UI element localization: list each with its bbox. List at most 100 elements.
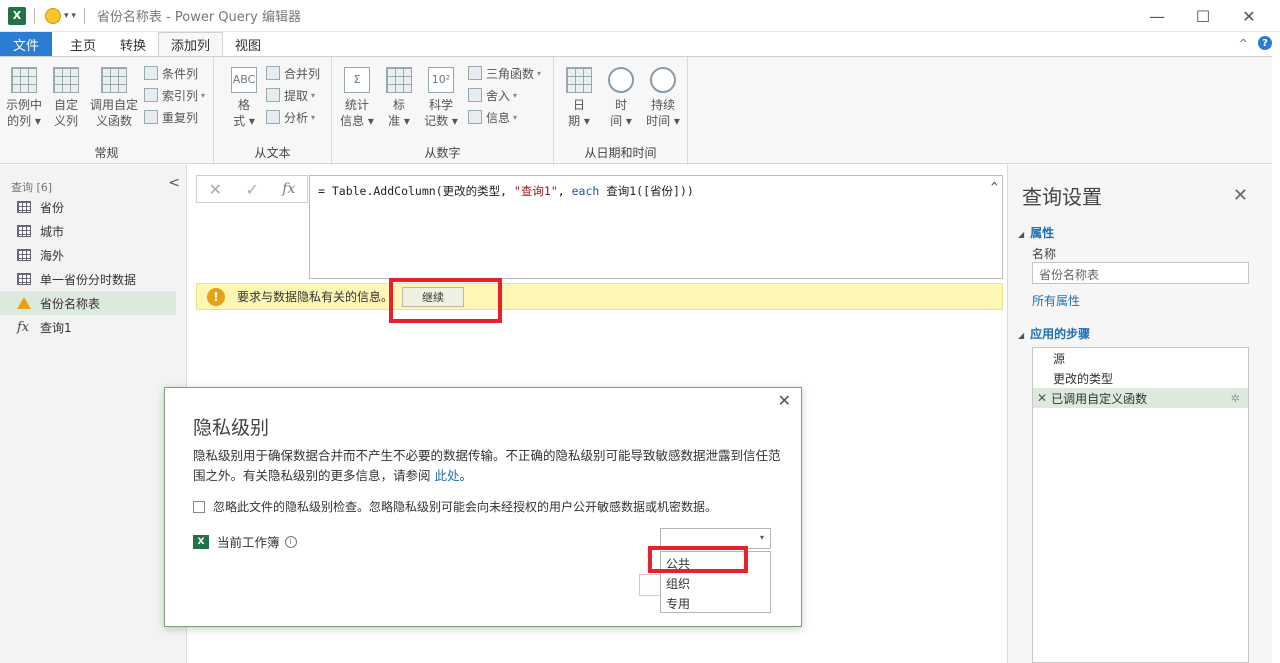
- custom-column-icon: [53, 67, 79, 93]
- date-button[interactable]: 日 期 ▾: [562, 67, 596, 129]
- scientific-button[interactable]: 10² 科学 记数 ▾: [422, 67, 460, 129]
- duplicate-column-icon: [144, 110, 158, 124]
- tab-view[interactable]: 视图: [223, 32, 273, 56]
- highlight-box: [648, 546, 748, 573]
- duplicate-column-button[interactable]: 重复列: [144, 107, 198, 127]
- table-icon: [17, 249, 31, 261]
- tab-add-column[interactable]: 添加列: [158, 32, 224, 56]
- excel-icon: X: [193, 534, 209, 549]
- statistics-button[interactable]: Σ 统计 信息 ▾: [338, 67, 376, 129]
- data-source-row: X 当前工作簿 i: [193, 532, 297, 551]
- title-bar: X ▾ ▾ 省份名称表 - Power Query 编辑器 — ☐ ✕: [0, 0, 1280, 32]
- menu-bar: 文件 主页 转换 添加列 视图 ^ ?: [0, 32, 1280, 56]
- close-settings-icon[interactable]: ✕: [1233, 185, 1248, 206]
- query-name-field[interactable]: 省份名称表: [1032, 262, 1249, 284]
- queries-pane: 查询 [6] < 省份 城市 海外 单一省份分时数据 省份名称表 fx 查询1: [0, 165, 187, 663]
- settings-title: 查询设置: [1022, 185, 1102, 209]
- ribbon-group-label: 常规: [94, 146, 119, 160]
- tab-home[interactable]: 主页: [58, 32, 108, 56]
- expand-formula-icon[interactable]: ^: [991, 180, 998, 194]
- query-item[interactable]: 省份: [0, 195, 187, 219]
- invoke-custom-function-button[interactable]: 调用自定 义函数: [88, 67, 140, 129]
- rounding-button[interactable]: 舍入 ▾: [468, 85, 517, 105]
- formula-bar: ✕ ✓ fx = Table.AddColumn(更改的类型, "查询1", e…: [196, 175, 1003, 279]
- delete-step-icon[interactable]: ✕: [1037, 391, 1047, 405]
- query-item[interactable]: fx 查询1: [0, 315, 187, 339]
- dialog-title: 隐私级别: [193, 417, 270, 439]
- info-icon[interactable]: i: [284, 535, 297, 548]
- standard-button[interactable]: 标 准 ▾: [382, 67, 416, 129]
- ribbon-group-general: 示例中 的列 ▾ 自定 义列 调用自定 义函数 条件列 索引列 ▾ 重复列 常规: [0, 57, 214, 165]
- qat-dropdown-icon[interactable]: ▾ ▾: [64, 11, 76, 21]
- applied-steps-list: 源 更改的类型 ✕ 已调用自定义函数 ✲: [1032, 347, 1249, 663]
- close-window-button[interactable]: ✕: [1226, 0, 1272, 32]
- trigonometry-icon: [468, 66, 482, 80]
- stopwatch-icon: [650, 67, 676, 93]
- scientific-icon: 10²: [428, 67, 454, 93]
- number-info-button[interactable]: 信息 ▾: [468, 107, 517, 127]
- query-item[interactable]: 海外: [0, 243, 187, 267]
- help-icon[interactable]: ?: [1258, 36, 1272, 50]
- smiley-icon[interactable]: [45, 7, 61, 24]
- column-from-examples-button[interactable]: 示例中 的列 ▾: [4, 67, 44, 129]
- warning-icon: !: [207, 287, 225, 306]
- parse-icon: [266, 110, 280, 124]
- all-properties-link[interactable]: 所有属性: [1032, 292, 1080, 309]
- time-button[interactable]: 时 间 ▾: [604, 67, 638, 129]
- number-info-icon: [468, 110, 482, 124]
- table-icon: [17, 273, 31, 285]
- query-settings-pane: 查询设置 ✕ ◢ 属性 名称 省份名称表 所有属性 ◢ 应用的步骤 源 更改的类型 …: [1007, 165, 1272, 663]
- window-title: 省份名称表 - Power Query 编辑器: [96, 10, 301, 25]
- query-item[interactable]: 城市: [0, 219, 187, 243]
- data-source-label: 当前工作簿: [217, 535, 280, 550]
- conditional-column-icon: [144, 66, 158, 80]
- merge-columns-button[interactable]: 合并列: [266, 63, 320, 83]
- ribbon-group-label: 从文本: [254, 146, 291, 160]
- close-dialog-icon[interactable]: ✕: [778, 391, 791, 410]
- learn-more-link[interactable]: 此处: [434, 468, 459, 483]
- conditional-column-button[interactable]: 条件列: [144, 63, 198, 83]
- table-icon: [17, 201, 31, 213]
- trigonometry-button[interactable]: 三角函数 ▾: [468, 63, 541, 83]
- collapse-ribbon-icon[interactable]: ^: [1239, 37, 1248, 50]
- cancel-formula-icon[interactable]: ✕: [209, 180, 222, 199]
- confirm-formula-icon[interactable]: ✓: [245, 180, 258, 199]
- dialog-description: 隐私级别用于确保数据合并而不产生不必要的数据传输。不正确的隐私级别可能导致敏感数…: [193, 448, 781, 483]
- formula-buttons: ✕ ✓ fx: [196, 175, 308, 203]
- tab-transform[interactable]: 转换: [108, 32, 158, 56]
- formula-input[interactable]: = Table.AddColumn(更改的类型, "查询1", each 查询1…: [309, 175, 1003, 279]
- format-button[interactable]: ABC 格 式 ▾: [226, 67, 262, 129]
- calendar-icon: [566, 67, 592, 93]
- maximize-button[interactable]: ☐: [1180, 0, 1226, 32]
- parse-button[interactable]: 分析 ▾: [266, 107, 315, 127]
- option-organizational[interactable]: 组织: [661, 573, 770, 593]
- custom-column-button[interactable]: 自定 义列: [48, 67, 84, 129]
- properties-header[interactable]: ◢ 属性: [1018, 224, 1054, 241]
- option-private[interactable]: 专用: [661, 593, 770, 613]
- ignore-privacy-checkbox[interactable]: 忽略此文件的隐私级别检查。忽略隐私级别可能会向未经授权的用户公开敏感数据或机密数…: [193, 498, 717, 515]
- index-column-button[interactable]: 索引列 ▾: [144, 85, 205, 105]
- ribbon: 示例中 的列 ▾ 自定 义列 调用自定 义函数 条件列 索引列 ▾ 重复列 常规 …: [0, 56, 1272, 165]
- collapse-queries-icon[interactable]: <: [168, 175, 180, 191]
- index-column-icon: [144, 88, 158, 102]
- tab-file[interactable]: 文件: [0, 32, 52, 56]
- step-item-selected[interactable]: ✕ 已调用自定义函数 ✲: [1033, 388, 1248, 408]
- checkbox[interactable]: [193, 500, 205, 513]
- query-item[interactable]: 单一省份分时数据: [0, 267, 187, 291]
- insert-function-icon[interactable]: fx: [282, 181, 295, 197]
- extract-button[interactable]: 提取 ▾: [266, 85, 315, 105]
- query-item-selected[interactable]: 省份名称表: [0, 291, 176, 315]
- excel-icon: X: [8, 6, 26, 25]
- applied-steps-header[interactable]: ◢ 应用的步骤: [1018, 325, 1090, 342]
- warning-icon: [17, 297, 31, 309]
- duration-button[interactable]: 持续 时间 ▾: [644, 67, 682, 129]
- statistics-icon: Σ: [344, 67, 370, 93]
- step-item[interactable]: 源: [1033, 348, 1248, 368]
- gear-icon[interactable]: ✲: [1231, 392, 1240, 405]
- format-abc-icon: ABC: [231, 67, 257, 93]
- step-item[interactable]: 更改的类型: [1033, 368, 1248, 388]
- minimize-button[interactable]: —: [1134, 0, 1180, 32]
- ribbon-group-text: ABC 格 式 ▾ 合并列 提取 ▾ 分析 ▾ 从文本: [214, 57, 332, 165]
- function-icon: fx: [17, 319, 30, 335]
- column-from-examples-icon: [11, 67, 37, 93]
